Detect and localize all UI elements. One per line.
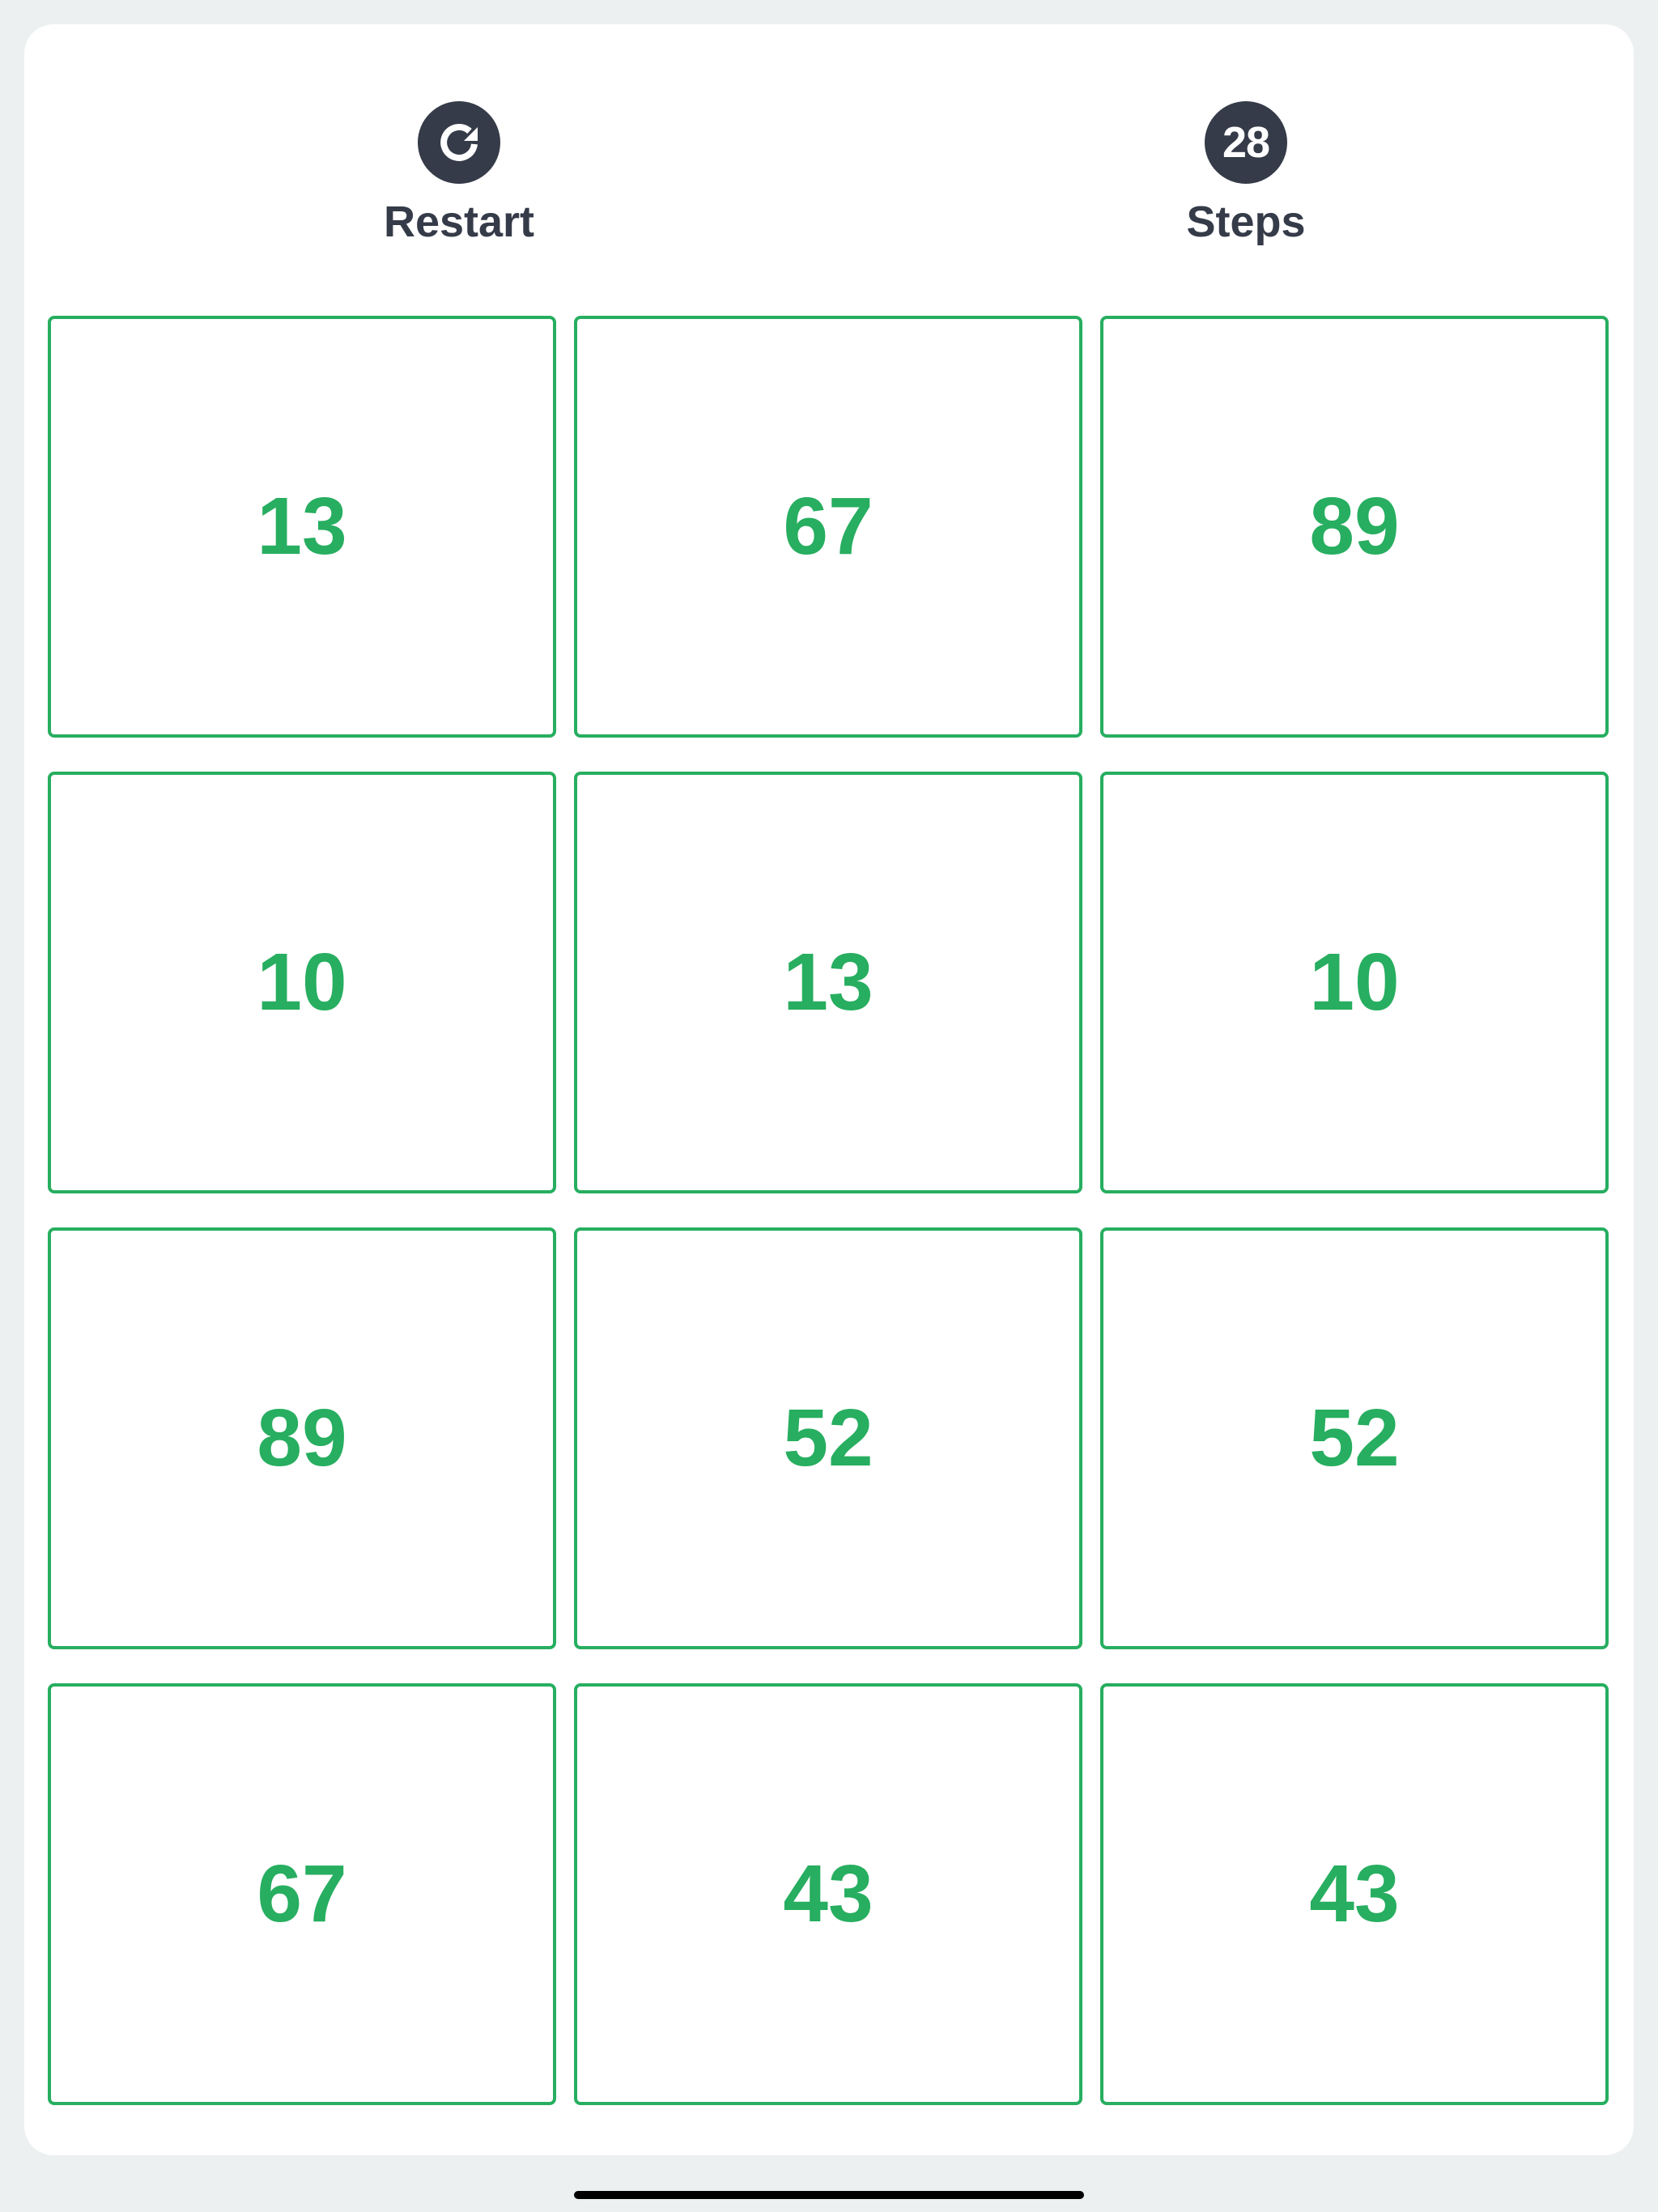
restart-label: Restart [383, 198, 535, 246]
tile[interactable]: 43 [574, 1683, 1082, 2105]
tile-value: 67 [257, 1848, 347, 1939]
tile[interactable]: 13 [574, 772, 1082, 1193]
tile[interactable]: 13 [48, 316, 556, 738]
tile-value: 13 [257, 481, 347, 572]
tile-grid: 13 67 89 10 13 10 89 52 52 67 43 43 [48, 316, 1611, 2105]
steps-counter: 28 Steps [1084, 101, 1408, 244]
tile[interactable]: 67 [574, 316, 1082, 738]
tile-value: 10 [1309, 937, 1400, 1027]
tile-value: 10 [257, 937, 347, 1027]
tile[interactable]: 67 [48, 1683, 556, 2105]
tile-value: 89 [1309, 481, 1400, 572]
tile[interactable]: 52 [574, 1227, 1082, 1649]
steps-count-badge: 28 [1205, 101, 1287, 184]
tile-value: 52 [783, 1393, 874, 1483]
game-panel: Restart 28 Steps 13 67 89 10 13 10 89 52… [24, 24, 1634, 2155]
restart-button[interactable]: Restart [297, 101, 621, 244]
tile-value: 89 [257, 1393, 347, 1483]
tile[interactable]: 89 [1100, 316, 1609, 738]
tile[interactable]: 43 [1100, 1683, 1609, 2105]
tile-value: 13 [783, 937, 874, 1027]
tile[interactable]: 89 [48, 1227, 556, 1649]
tile-value: 67 [783, 481, 874, 572]
tile[interactable]: 52 [1100, 1227, 1609, 1649]
tile-value: 43 [783, 1848, 874, 1939]
tile[interactable]: 10 [48, 772, 556, 1193]
restart-icon[interactable] [418, 101, 500, 184]
steps-label: Steps [1186, 198, 1306, 246]
steps-count: 28 [1222, 118, 1270, 167]
home-indicator[interactable] [574, 2191, 1084, 2199]
tile-value: 52 [1309, 1393, 1400, 1483]
tile[interactable]: 10 [1100, 772, 1609, 1193]
tile-value: 43 [1309, 1848, 1400, 1939]
